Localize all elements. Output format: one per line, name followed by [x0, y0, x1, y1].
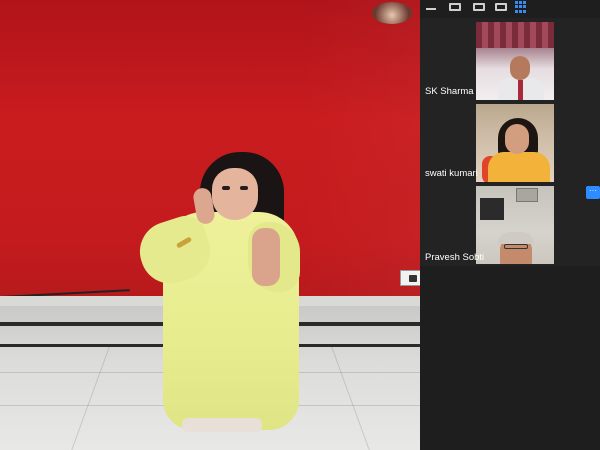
- glasses: [504, 244, 528, 249]
- side-by-side-icon[interactable]: [495, 3, 507, 11]
- participant-name: Pravesh Sobti: [425, 252, 485, 263]
- grid-view-icon[interactable]: [515, 1, 527, 13]
- grid-dot: [515, 5, 518, 9]
- wall-frame: [516, 188, 538, 202]
- participant-tile-swati-kumari[interactable]: swati kumari: [420, 100, 600, 182]
- minimize-icon[interactable]: [426, 8, 436, 10]
- dancer-face: [212, 168, 258, 220]
- participant-video: [476, 22, 554, 100]
- grid-dot: [519, 5, 522, 9]
- eye: [222, 186, 230, 190]
- participant-hair: [498, 232, 534, 244]
- meeting-window: SK Sharma swati kumari ··· Pravesh Sobti: [0, 0, 600, 450]
- grid-dot: [515, 9, 518, 13]
- gallery-view-icon[interactable]: [473, 3, 485, 11]
- dancer-right-hand: [252, 228, 280, 286]
- participant-video: [476, 186, 554, 264]
- participant-body: [488, 152, 550, 182]
- grid-dot: [519, 1, 522, 4]
- grid-dot: [523, 1, 526, 4]
- grid-dot: [523, 9, 526, 13]
- grid-dot: [515, 1, 518, 4]
- speaker-view-icon[interactable]: [449, 3, 461, 11]
- more-options-button[interactable]: ···: [586, 186, 600, 199]
- grid-dot: [523, 5, 526, 9]
- active-speaker-video[interactable]: [0, 0, 475, 450]
- dancer-feet: [182, 418, 262, 432]
- curtain: [476, 22, 554, 48]
- eye: [240, 186, 248, 190]
- participant-head: [505, 124, 529, 154]
- participant-tile-sk-sharma[interactable]: SK Sharma: [420, 18, 600, 100]
- participant-tile-pravesh-sobti[interactable]: ··· Pravesh Sobti: [420, 182, 600, 266]
- participant-video: [476, 104, 554, 182]
- participant-name: SK Sharma: [425, 86, 474, 97]
- view-toolbar: [420, 0, 600, 16]
- socket-hole: [409, 275, 417, 282]
- participant-name: swati kumari: [425, 168, 478, 179]
- ceiling-light: [372, 2, 412, 24]
- grid-dot: [519, 9, 522, 13]
- tie: [518, 80, 523, 100]
- monitor: [480, 198, 504, 220]
- participant-head: [510, 56, 530, 80]
